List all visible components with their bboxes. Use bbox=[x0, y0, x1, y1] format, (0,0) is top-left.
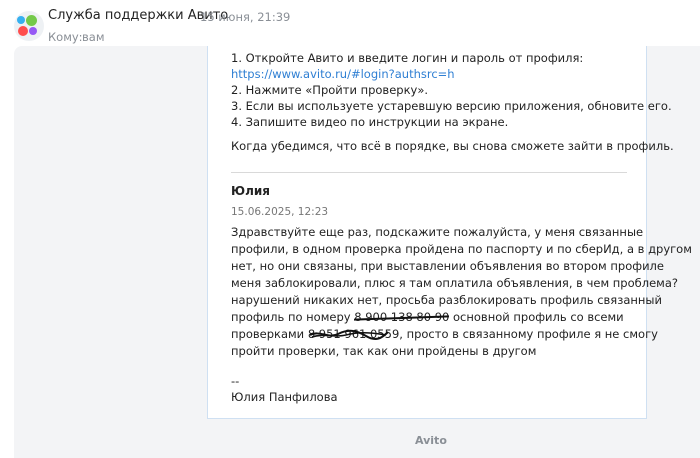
message-header: Служба поддержки Авито 15 июня, 21:39 Ко… bbox=[0, 0, 700, 44]
reply-line-5: нарушений никаких нет, просьба разблокир… bbox=[231, 293, 662, 307]
instruction-step-2: 2. Нажмите «Пройти проверку». bbox=[231, 83, 429, 97]
redacted-phone-2: 8 951 961 0559 bbox=[308, 326, 399, 342]
avatar-dot-red bbox=[18, 26, 28, 36]
signature-name: Юлия Панфилова bbox=[231, 390, 338, 404]
instruction-step-4: 4. Запишите видео по инструкции на экран… bbox=[231, 115, 509, 129]
reply-line-7-end: , просто в связанному профиле я не смогу bbox=[399, 327, 658, 341]
reply-line-7: проверками 8 951 961 0559, просто в связ… bbox=[231, 326, 658, 342]
reply-line-6-start: профиль по номеру bbox=[231, 310, 351, 324]
reply-datetime: 15.06.2025, 12:23 bbox=[231, 206, 329, 218]
left-gutter bbox=[0, 46, 14, 458]
signature-separator: -- bbox=[231, 374, 240, 388]
instruction-step-3: 3. Если вы используете устаревшую версию… bbox=[231, 99, 672, 113]
recipient-label: Кому: bbox=[48, 30, 83, 44]
quote-divider bbox=[231, 172, 627, 173]
avatar-dot-green bbox=[26, 15, 37, 26]
message-date: 15 июня, 21:39 bbox=[200, 10, 291, 24]
login-link[interactable]: https://www.avito.ru/#login?authsrc=h bbox=[231, 66, 455, 82]
reply-author: Юлия bbox=[231, 184, 270, 198]
reply-line-1: Здравствуйте еще раз, подскажите пожалуй… bbox=[231, 225, 644, 239]
recipient-value[interactable]: вам bbox=[82, 30, 105, 44]
reply-line-6: профиль по номеру 8 900 138 80 90 основн… bbox=[231, 309, 624, 325]
reply-line-3: нет, но они связаны, при выставлении объ… bbox=[231, 259, 664, 273]
avatar-dot-purple bbox=[29, 27, 37, 35]
scribble-mark bbox=[309, 329, 389, 340]
reply-line-8: пройти проверки, так как они пройдены в … bbox=[231, 344, 537, 358]
closing-text: Когда убедимся, что всё в порядке, вы сн… bbox=[231, 139, 674, 153]
instruction-step-1: 1. Откройте Авито и введите логин и паро… bbox=[231, 51, 584, 65]
reply-line-6-end: основной профиль со всеми bbox=[453, 310, 624, 324]
avatar-dot-blue bbox=[17, 16, 25, 24]
footer-brand: Avito bbox=[415, 434, 447, 447]
sender-avatar[interactable] bbox=[14, 11, 44, 41]
reply-line-4: меня заблокировали, плюс я там оплатила … bbox=[231, 276, 678, 290]
reply-line-2: профили, в одном проверка пройдена по па… bbox=[231, 242, 692, 256]
reply-line-7-start: проверками bbox=[231, 327, 305, 341]
redacted-phone-1: 8 900 138 80 90 bbox=[354, 310, 450, 324]
